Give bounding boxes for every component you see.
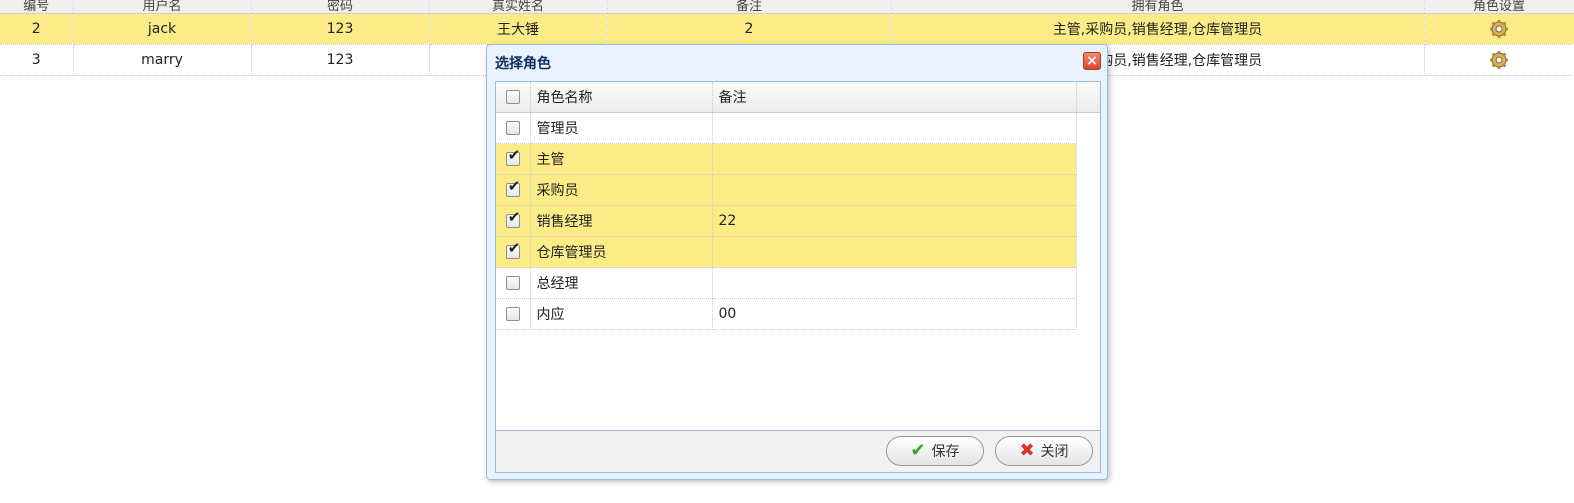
dialog-footer: ✔ 保存 ✖ 关闭 xyxy=(495,431,1101,473)
role-checkbox[interactable]: ✔ xyxy=(505,241,520,259)
role-header-row: 角色名称 备注 xyxy=(496,82,1077,113)
cell-roles: 主管,采购员,销售经理,仓库管理员 xyxy=(891,13,1425,45)
role-checkbox-cell: ✔ xyxy=(496,205,531,237)
col-header-password[interactable]: 密码 xyxy=(251,0,430,14)
close-icon[interactable]: × xyxy=(1083,52,1101,70)
role-name: 主管 xyxy=(530,143,713,175)
role-row[interactable]: 内应 00 xyxy=(496,298,1077,330)
role-checkbox[interactable] xyxy=(505,276,520,290)
close-button-label: 关闭 xyxy=(1040,444,1069,460)
grid-header-row: 编号 用户名 密码 真实姓名 备注 拥有角色 角色设置 xyxy=(0,0,1574,14)
col-header-realname[interactable]: 真实姓名 xyxy=(429,0,608,14)
save-button[interactable]: ✔ 保存 xyxy=(886,436,984,466)
role-row[interactable]: ✔ 主管 xyxy=(496,143,1077,175)
role-name: 销售经理 xyxy=(530,205,713,237)
checkmark-icon: ✔ xyxy=(910,440,926,461)
role-remark xyxy=(712,267,1077,299)
gear-icon[interactable] xyxy=(1489,50,1509,70)
role-row[interactable]: ✔ 采购员 xyxy=(496,174,1077,206)
role-checkbox[interactable]: ✔ xyxy=(505,179,520,197)
check-icon: ✔ xyxy=(507,177,521,195)
role-remark xyxy=(712,143,1077,175)
role-table: 角色名称 备注 管理员 ✔ 主管 ✔ 采购员 ✔ 销售经理 22 ✔ 仓库管理员 总经理 内应 00 xyxy=(496,82,1077,330)
role-row[interactable]: ✔ 仓库管理员 xyxy=(496,236,1077,268)
close-x-icon: ✖ xyxy=(1019,440,1035,461)
role-checkbox-cell: ✔ xyxy=(496,174,531,206)
check-icon: ✔ xyxy=(507,208,521,226)
role-remark: 22 xyxy=(712,205,1077,237)
cell-password: 123 xyxy=(251,44,430,76)
role-name: 管理员 xyxy=(530,112,713,144)
gear-icon[interactable] xyxy=(1489,19,1509,39)
role-remark xyxy=(712,174,1077,206)
col-header-username[interactable]: 用户名 xyxy=(73,0,252,14)
check-icon: ✔ xyxy=(507,239,521,257)
role-row[interactable]: ✔ 销售经理 22 xyxy=(496,205,1077,237)
table-row[interactable]: 2 jack 123 王大锤 2 主管,采购员,销售经理,仓库管理员 xyxy=(0,13,1574,45)
col-header-role-settings[interactable]: 角色设置 xyxy=(1424,0,1574,14)
check-icon: ✔ xyxy=(507,146,521,164)
cell-id: 2 xyxy=(0,13,74,45)
col-header-role-remark[interactable]: 备注 xyxy=(712,82,1077,113)
cell-realname: 王大锤 xyxy=(429,13,608,45)
cell-role-settings xyxy=(1424,13,1574,45)
role-rows: 管理员 ✔ 主管 ✔ 采购员 ✔ 销售经理 22 ✔ 仓库管理员 总经理 内应 00 xyxy=(496,112,1077,330)
role-checkbox[interactable]: ✔ xyxy=(505,148,520,166)
role-name: 总经理 xyxy=(530,267,713,299)
role-row[interactable]: 管理员 xyxy=(496,112,1077,144)
select-all-cell xyxy=(496,82,531,113)
role-remark xyxy=(712,236,1077,268)
save-button-label: 保存 xyxy=(931,444,960,460)
role-checkbox-cell: ✔ xyxy=(496,143,531,175)
role-checkbox[interactable] xyxy=(505,121,520,135)
role-remark: 00 xyxy=(712,298,1077,330)
cell-username: jack xyxy=(73,13,252,45)
role-name: 采购员 xyxy=(530,174,713,206)
cell-username: marry xyxy=(73,44,252,76)
role-name: 仓库管理员 xyxy=(530,236,713,268)
dialog-title[interactable]: 选择角色 xyxy=(495,53,551,73)
header-filler xyxy=(1076,82,1100,113)
role-grid: 角色名称 备注 管理员 ✔ 主管 ✔ 采购员 ✔ 销售经理 22 ✔ 仓库管理员 总经理 内应 00 xyxy=(495,81,1101,431)
col-header-id[interactable]: 编号 xyxy=(0,0,74,14)
role-checkbox[interactable] xyxy=(505,307,520,321)
select-role-dialog: 选择角色 × 角色名称 备注 管理员 ✔ 主管 ✔ 采购员 ✔ 销售经理 22 ✔ 仓库管理员 总经… xyxy=(486,44,1108,480)
col-header-roles[interactable]: 拥有角色 xyxy=(891,0,1425,14)
select-all-checkbox[interactable] xyxy=(505,90,520,104)
cell-role-settings xyxy=(1424,44,1574,76)
cell-remark: 2 xyxy=(607,13,892,45)
role-checkbox-cell xyxy=(496,112,531,144)
col-header-role-name[interactable]: 角色名称 xyxy=(530,82,713,113)
role-checkbox[interactable]: ✔ xyxy=(505,210,520,228)
role-checkbox-cell xyxy=(496,267,531,299)
col-header-remark[interactable]: 备注 xyxy=(607,0,892,14)
cell-password: 123 xyxy=(251,13,430,45)
role-name: 内应 xyxy=(530,298,713,330)
role-remark xyxy=(712,112,1077,144)
role-checkbox-cell: ✔ xyxy=(496,236,531,268)
role-checkbox-cell xyxy=(496,298,531,330)
cell-id: 3 xyxy=(0,44,74,76)
role-row[interactable]: 总经理 xyxy=(496,267,1077,299)
close-button[interactable]: ✖ 关闭 xyxy=(995,436,1093,466)
